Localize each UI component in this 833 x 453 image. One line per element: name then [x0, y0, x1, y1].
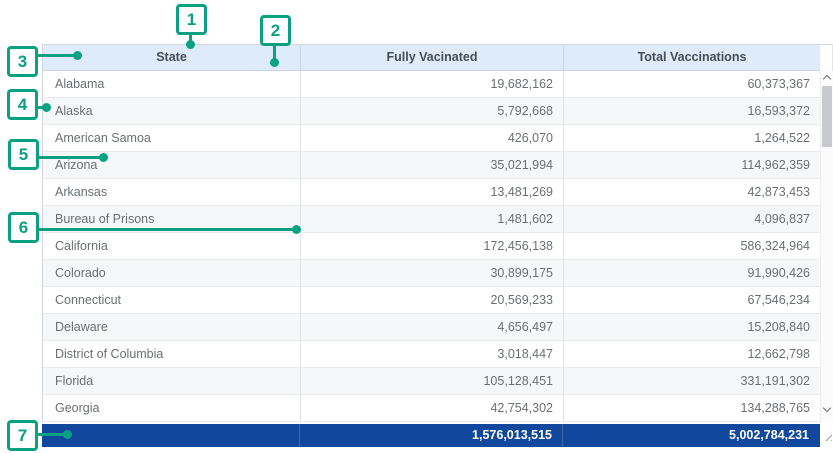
cell-fully-vaccinated: 5,792,668	[301, 98, 564, 124]
cell-state: Alabama	[43, 71, 301, 97]
cell-total-vaccinations: 42,873,453	[564, 179, 820, 205]
cell-fully-vaccinated: 4,656,497	[301, 314, 564, 340]
cell-fully-vaccinated: 426,070	[301, 125, 564, 151]
callout-3-line	[38, 54, 78, 57]
cell-total-vaccinations: 15,208,840	[564, 314, 820, 340]
cell-total-vaccinations: 4,096,837	[564, 206, 820, 232]
cell-total-vaccinations: 1,264,522	[564, 125, 820, 151]
cell-total-vaccinations: 586,324,964	[564, 233, 820, 259]
cell-state: Connecticut	[43, 287, 301, 313]
cell-fully-vaccinated: 30,899,175	[301, 260, 564, 286]
table-row[interactable]: Arkansas 13,481,269 42,873,453	[43, 179, 820, 206]
callout-1-label: 1	[187, 10, 196, 30]
cell-fully-vaccinated: 42,754,302	[301, 395, 564, 421]
summary-row: 1,576,013,515 5,002,784,231	[42, 424, 820, 447]
cell-fully-vaccinated: 1,481,602	[301, 206, 564, 232]
column-header-fully-vaccinated[interactable]: Fully Vacinated	[301, 45, 564, 70]
callout-4-label: 4	[18, 95, 27, 115]
scroll-up-button[interactable]	[821, 71, 833, 84]
cell-state: District of Columbia	[43, 341, 301, 367]
table-row[interactable]: Georgia 42,754,302 134,288,765	[43, 395, 820, 422]
callout-1: 1	[176, 4, 207, 35]
callout-7: 7	[7, 420, 38, 451]
table-row[interactable]: Delaware 4,656,497 15,208,840	[43, 314, 820, 341]
cell-state: Georgia	[43, 395, 301, 421]
table-row[interactable]: Arizona 35,021,994 114,962,359	[43, 152, 820, 179]
cell-fully-vaccinated: 20,569,233	[301, 287, 564, 313]
cell-state: Arkansas	[43, 179, 301, 205]
summary-total-vaccinations: 5,002,784,231	[563, 424, 819, 447]
column-header-total-vaccinations[interactable]: Total Vaccinations	[564, 45, 820, 70]
callout-3-dot	[73, 51, 82, 60]
cell-total-vaccinations: 16,593,372	[564, 98, 820, 124]
cell-total-vaccinations: 67,546,234	[564, 287, 820, 313]
callout-2-dot	[270, 58, 279, 67]
chevron-down-icon	[823, 404, 831, 412]
scrollbar-thumb[interactable]	[822, 86, 832, 147]
callout-1-dot	[186, 40, 195, 49]
cell-fully-vaccinated: 3,018,447	[301, 341, 564, 367]
chevron-up-icon	[823, 75, 831, 83]
callout-7-label: 7	[18, 426, 27, 446]
cell-fully-vaccinated: 35,021,994	[301, 152, 564, 178]
cell-total-vaccinations: 134,288,765	[564, 395, 820, 421]
table-row[interactable]: Connecticut 20,569,233 67,546,234	[43, 287, 820, 314]
column-header-state[interactable]: State	[43, 45, 301, 70]
cell-total-vaccinations: 91,990,426	[564, 260, 820, 286]
callout-6-dot	[292, 225, 301, 234]
table-row[interactable]: Alabama 19,682,162 60,373,367	[43, 71, 820, 98]
callout-3: 3	[7, 46, 38, 77]
table-row[interactable]: Florida 105,128,451 331,191,302	[43, 368, 820, 395]
callout-7-dot	[63, 430, 72, 439]
vaccination-table: State Fully Vacinated Total Vaccinations…	[42, 44, 833, 447]
cell-fully-vaccinated: 172,456,138	[301, 233, 564, 259]
callout-6-label: 6	[19, 218, 28, 238]
cell-total-vaccinations: 60,373,367	[564, 71, 820, 97]
cell-total-vaccinations: 12,662,798	[564, 341, 820, 367]
callout-6: 6	[8, 212, 39, 243]
cell-total-vaccinations: 331,191,302	[564, 368, 820, 394]
summary-fully-vaccinated: 1,576,013,515	[300, 424, 563, 447]
callout-4: 4	[7, 89, 38, 120]
cell-state: Colorado	[43, 260, 301, 286]
cell-state: Delaware	[43, 314, 301, 340]
callout-5-dot	[99, 153, 108, 162]
callout-6-line	[39, 228, 297, 231]
callout-5-label: 5	[19, 145, 28, 165]
callout-3-label: 3	[18, 52, 27, 72]
table-row[interactable]: California 172,456,138 586,324,964	[43, 233, 820, 260]
page: State Fully Vacinated Total Vaccinations…	[0, 0, 833, 453]
callout-4-dot	[42, 103, 51, 112]
cell-fully-vaccinated: 13,481,269	[301, 179, 564, 205]
table-row[interactable]: Alaska 5,792,668 16,593,372	[43, 98, 820, 125]
callout-5: 5	[8, 139, 39, 170]
cell-state: Florida	[43, 368, 301, 394]
scroll-down-button[interactable]	[821, 403, 833, 416]
callout-2: 2	[260, 15, 291, 46]
table-row[interactable]: American Samoa 426,070 1,264,522	[43, 125, 820, 152]
summary-state-cell	[42, 424, 300, 447]
callout-5-line	[39, 156, 104, 159]
table-header-row: State Fully Vacinated Total Vaccinations	[43, 45, 820, 71]
cell-fully-vaccinated: 19,682,162	[301, 71, 564, 97]
table-row[interactable]: District of Columbia 3,018,447 12,662,79…	[43, 341, 820, 368]
table-body: Alabama 19,682,162 60,373,367 Alaska 5,7…	[43, 71, 820, 422]
vertical-scrollbar[interactable]	[820, 71, 833, 422]
cell-state: American Samoa	[43, 125, 301, 151]
cell-total-vaccinations: 114,962,359	[564, 152, 820, 178]
callout-2-label: 2	[271, 21, 280, 41]
cell-fully-vaccinated: 105,128,451	[301, 368, 564, 394]
resize-grip-icon[interactable]	[823, 432, 832, 441]
cell-state: Alaska	[43, 98, 301, 124]
cell-state: California	[43, 233, 301, 259]
table-row[interactable]: Colorado 30,899,175 91,990,426	[43, 260, 820, 287]
